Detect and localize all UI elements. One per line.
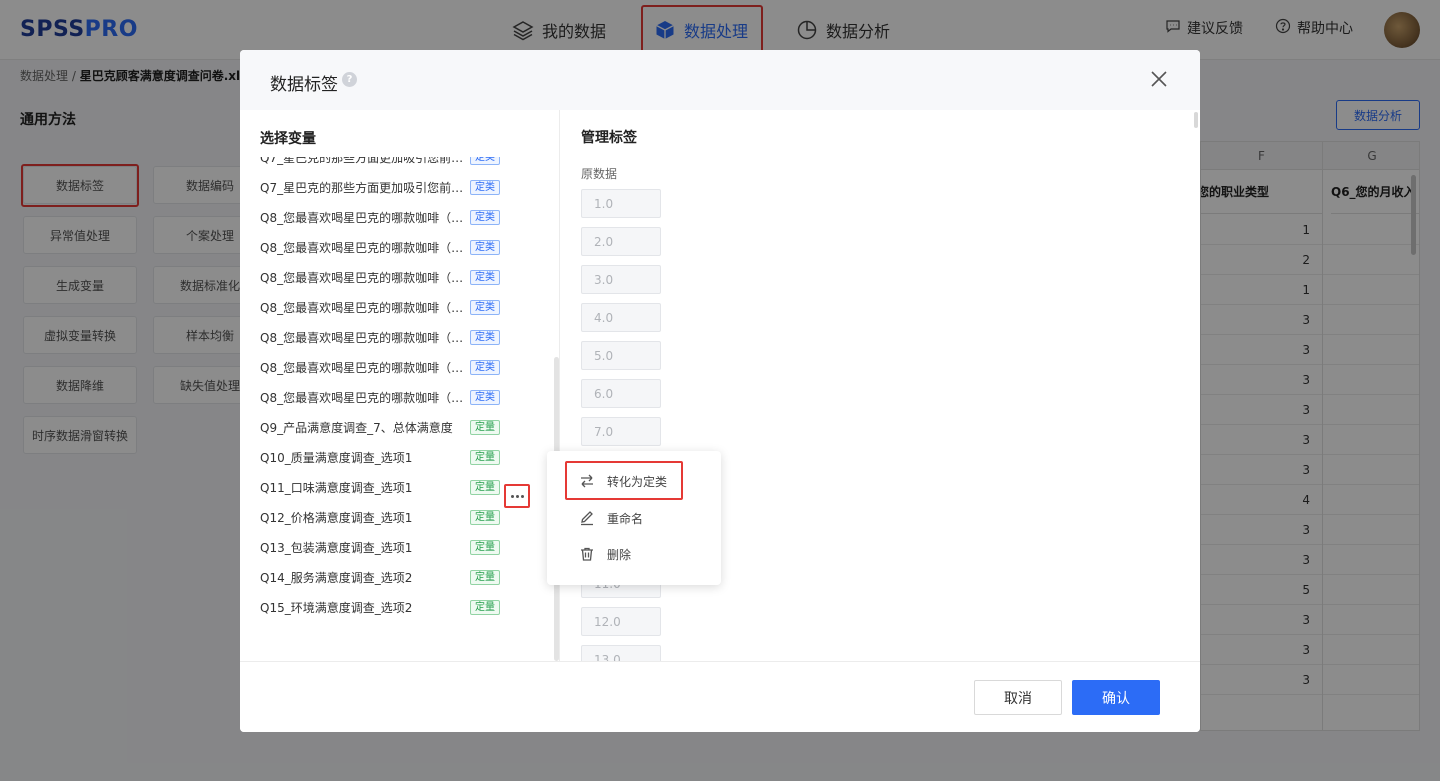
variable-name: Q8_您最喜欢喝星巴克的哪款咖啡（… [260,330,464,345]
variable-name: Q8_您最喜欢喝星巴克的哪款咖啡（… [260,210,464,225]
variable-name: Q9_产品满意度调查_7、总体满意度 [260,420,453,435]
raw-data-label: 原数据 [581,167,618,181]
raw-value-field[interactable]: 1.0 [581,189,661,218]
cancel-button[interactable]: 取消 [974,680,1062,715]
modal-header: 数据标签 ? [240,50,1200,110]
menu-rename[interactable]: 重命名 [579,507,643,529]
variable-type-badge: 定类 [470,157,500,165]
variable-name: Q8_您最喜欢喝星巴克的哪款咖啡（… [260,360,464,375]
variable-name: Q7_星巴克的那些方面更加吸引您前… [260,157,464,165]
variable-type-badge: 定类 [470,209,500,225]
variable-item[interactable]: Q8_您最喜欢喝星巴克的哪款咖啡（… 定类 [260,322,550,352]
variable-item[interactable]: Q7_星巴克的那些方面更加吸引您前… 定类 [260,172,550,202]
highlight-convert-option [565,461,683,500]
raw-value-field[interactable]: 5.0 [581,341,661,370]
variable-name: Q8_您最喜欢喝星巴克的哪款咖啡（… [260,240,464,255]
variable-type-badge: 定量 [470,509,500,525]
variable-name: Q8_您最喜欢喝星巴克的哪款咖啡（… [260,270,464,285]
variable-type-badge: 定类 [470,299,500,315]
variable-type-badge: 定类 [470,389,500,405]
variable-pane: 选择变量 Q7_星巴克的那些方面更加吸引您前… 定类 Q7_星巴克的那些方面更加吸引… [240,110,560,661]
trash-icon [579,546,595,562]
variable-item[interactable]: Q8_您最喜欢喝星巴克的哪款咖啡（… 定类 [260,352,550,382]
raw-value-field[interactable]: 13.0 [581,645,661,661]
variable-context-menu: 转化为定类 重命名 删除 [547,451,721,585]
variable-type-badge: 定量 [470,419,500,435]
help-icon[interactable]: ? [342,72,357,87]
variable-item[interactable]: Q10_质量满意度调查_选项1 定量 [260,442,550,472]
variable-type-badge: 定类 [470,359,500,375]
variable-item[interactable]: Q8_您最喜欢喝星巴克的哪款咖啡（… 定类 [260,262,550,292]
close-icon[interactable] [1148,68,1170,90]
variable-name: Q12_价格满意度调查_选项1 [260,510,413,525]
variable-type-badge: 定量 [470,599,500,615]
variable-item[interactable]: Q14_服务满意度调查_选项2 定量 [260,562,550,592]
data-label-modal: 数据标签 ? 选择变量 Q7_星巴克的那些方面更加吸引您前… 定类 Q7_星巴克的那… [240,50,1200,732]
raw-value-field[interactable]: 4.0 [581,303,661,332]
variable-item[interactable]: Q13_包装满意度调查_选项1 定量 [260,532,550,562]
raw-value-field[interactable]: 7.0 [581,417,661,446]
right-pane-scrollbar[interactable] [1194,112,1198,128]
variable-name: Q8_您最喜欢喝星巴克的哪款咖啡（… [260,390,464,405]
raw-value-field[interactable]: 12.0 [581,607,661,636]
variable-name: Q15_环境满意度调查_选项2 [260,600,413,615]
variable-item[interactable]: Q8_您最喜欢喝星巴克的哪款咖啡（… 定类 [260,202,550,232]
variable-name: Q14_服务满意度调查_选项2 [260,570,413,585]
variable-item[interactable]: Q9_产品满意度调查_7、总体满意度 定量 [260,412,550,442]
variable-type-badge: 定量 [470,479,500,495]
variable-type-badge: 定类 [470,269,500,285]
variable-item[interactable]: Q7_星巴克的那些方面更加吸引您前… 定类 [260,157,550,172]
variable-type-badge: 定量 [470,539,500,555]
variable-name: Q7_星巴克的那些方面更加吸引您前… [260,180,464,195]
variable-name: Q10_质量满意度调查_选项1 [260,450,413,465]
variable-item[interactable]: Q8_您最喜欢喝星巴克的哪款咖啡（… 定类 [260,232,550,262]
variable-name: Q11_口味满意度调查_选项1 [260,480,413,495]
manage-label-title: 管理标签 [581,130,637,146]
confirm-button[interactable]: 确认 [1072,680,1160,715]
variable-type-badge: 定类 [470,329,500,345]
variable-item[interactable]: Q8_您最喜欢喝星巴克的哪款咖啡（… 定类 [260,292,550,322]
more-options-button[interactable] [504,484,530,508]
variable-type-badge: 定类 [470,179,500,195]
variable-item[interactable]: Q15_环境满意度调查_选项2 定量 [260,592,550,622]
raw-value-field[interactable]: 3.0 [581,265,661,294]
modal-footer: 取消 确认 [240,661,1200,732]
menu-delete[interactable]: 删除 [579,543,631,565]
modal-title: 数据标签 [270,75,338,95]
variable-type-badge: 定量 [470,449,500,465]
variable-type-badge: 定类 [470,239,500,255]
menu-delete-label: 删除 [607,547,632,562]
variable-item[interactable]: Q8_您最喜欢喝星巴克的哪款咖啡（… 定类 [260,382,550,412]
variable-name: Q13_包装满意度调查_选项1 [260,540,413,555]
variable-name: Q8_您最喜欢喝星巴克的哪款咖啡（… [260,300,464,315]
raw-value-field[interactable]: 2.0 [581,227,661,256]
menu-rename-label: 重命名 [607,511,644,526]
variable-list[interactable]: Q7_星巴克的那些方面更加吸引您前… 定类 Q7_星巴克的那些方面更加吸引您前… 定类… [240,157,558,661]
pencil-icon [579,510,595,526]
variable-type-badge: 定量 [470,569,500,585]
select-variable-title: 选择变量 [260,131,316,147]
raw-value-field[interactable]: 6.0 [581,379,661,408]
